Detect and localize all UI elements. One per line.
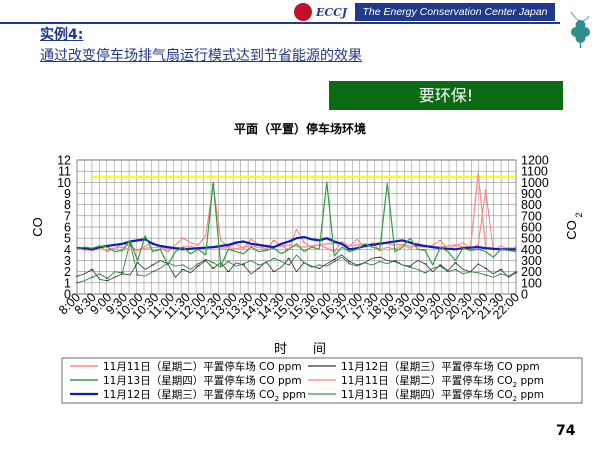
slide-title: 实例4:: [40, 27, 84, 43]
slide-subtitle: 通过改变停车场排气扇运行模式达到节省能源的效果: [40, 48, 362, 64]
x-axis-label: 时 间: [274, 342, 326, 357]
y-axis-label-right-sub: 2: [574, 212, 584, 217]
y-axis-label-right: CO: [564, 220, 579, 240]
eccj-logo-icon: [294, 3, 312, 21]
legend-label-main: 11月12日（星期三）平置停车场 CO: [103, 388, 275, 401]
co-chart: 平面（平置）停车场环境01234567891011120100200300400…: [30, 121, 584, 404]
clover-icon: [570, 11, 590, 48]
legend-label-tail: ppm: [517, 375, 544, 387]
y-tick-left: 12: [57, 154, 71, 168]
legend-label-tail: ppm: [279, 389, 306, 401]
y-tick-right: 1200: [521, 154, 549, 168]
banner-eco: 要环保!: [329, 81, 563, 110]
legend-label-main: 11月13日（星期四）平置停车场 CO: [341, 388, 513, 401]
legend-label-main: 11月12日（星期三）平置停车场 CO ppm: [341, 360, 540, 373]
legend-label-2: 11月13日（星期四）平置停车场 CO ppm: [103, 374, 302, 387]
org-name-badge: The Energy Conservation Center Japan: [355, 3, 555, 21]
logo-text: ECCJ: [316, 6, 348, 19]
y-axis-label-left: CO: [30, 217, 45, 237]
legend-label-main: 11月11日（星期二）平置停车场 CO: [341, 374, 513, 387]
header-rule: [0, 22, 560, 24]
legend-label-0: 11月11日（星期二）平置停车场 CO ppm: [103, 360, 302, 373]
page-number: 74: [556, 423, 576, 439]
legend-label-main: 11月11日（星期二）平置停车场 CO ppm: [103, 360, 302, 373]
legend-label-1: 11月12日（星期三）平置停车场 CO ppm: [341, 360, 540, 373]
legend-label-main: 11月13日（星期四）平置停车场 CO ppm: [103, 374, 302, 387]
chart-title: 平面（平置）停车场环境: [234, 121, 366, 136]
legend-label-tail: ppm: [517, 389, 544, 401]
